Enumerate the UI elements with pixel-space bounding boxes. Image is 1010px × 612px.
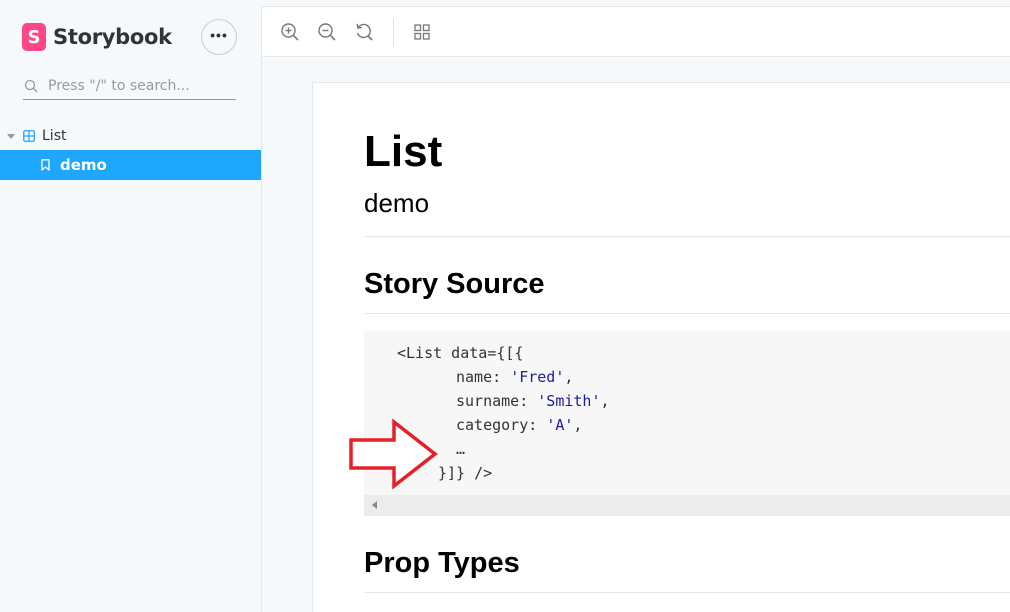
code-line: … [456,440,466,458]
scroll-left-icon[interactable] [372,501,377,509]
bookmark-icon [41,159,50,171]
code-line: name: 'Fred', [456,368,574,386]
code-line: }]} /> [438,464,493,482]
main-panel: List demo Story Source <List data={[{ na… [261,6,1010,612]
zoom-out-button[interactable] [316,21,338,43]
prop-types-heading: Prop Types [364,547,520,579]
zoom-in-button[interactable] [279,21,301,43]
search-icon [24,79,38,93]
sidebar-item-label: List [42,128,67,144]
search-input[interactable] [48,78,233,94]
brand-name: Storybook [53,25,172,49]
annotation-arrow-icon [349,419,438,489]
toolbar [262,7,1010,57]
grid-icon [414,24,430,40]
code-line: surname: 'Smith', [456,392,610,410]
search-bar[interactable] [23,73,236,100]
code-line: <List data={[{ [397,344,524,362]
storybook-logo-icon: S [22,23,46,51]
brand[interactable]: S Storybook [22,23,172,51]
caret-down-icon[interactable] [7,133,15,139]
toolbar-divider [393,19,394,47]
component-icon [23,130,35,142]
code-line: category: 'A', [456,416,583,434]
sidebar: S Storybook ••• List de [0,0,261,612]
menu-button[interactable]: ••• [201,19,237,55]
preview-area: List demo Story Source <List data={[{ na… [262,58,1010,612]
divider [364,592,1010,593]
story-source-heading: Story Source [364,268,545,300]
zoom-in-icon [281,23,299,41]
zoom-reset-icon [356,23,373,41]
zoom-out-icon [318,23,336,41]
more-icon: ••• [210,26,228,43]
page-subtitle: demo [364,188,430,218]
horizontal-scrollbar[interactable] [364,495,1010,516]
docs-page: List demo Story Source <List data={[{ na… [312,82,1010,612]
code-block[interactable]: <List data={[{ name: 'Fred', surname: 'S… [364,331,1010,516]
page-title: List [364,127,443,176]
sidebar-item-label: demo [60,156,107,174]
sidebar-item-list[interactable]: List [0,124,261,148]
divider [364,313,1010,314]
sidebar-item-demo[interactable]: demo [0,150,261,180]
zoom-reset-button[interactable] [353,21,375,43]
grid-button[interactable] [411,21,433,43]
divider [364,236,1010,237]
storybook-app: S Storybook ••• List de [0,0,1010,612]
